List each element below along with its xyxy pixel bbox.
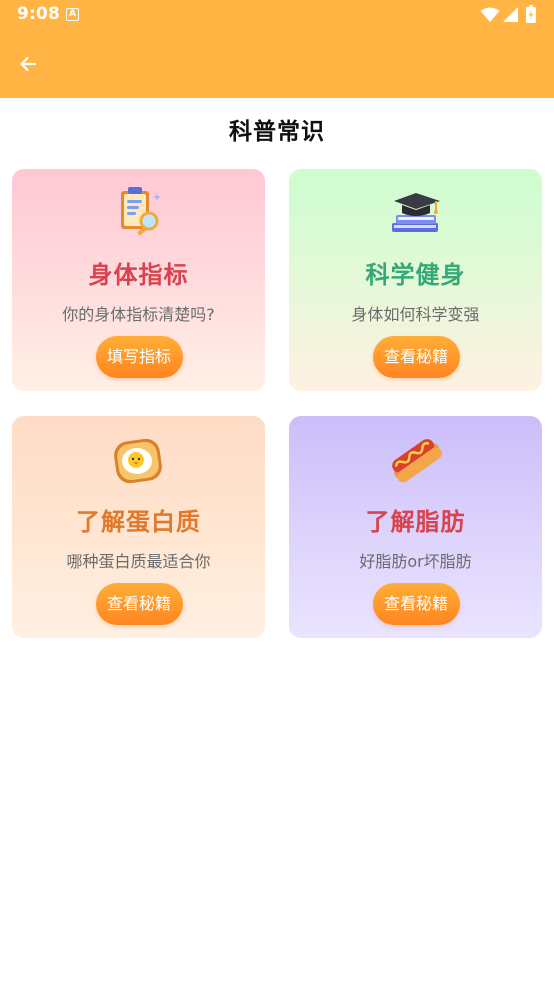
- card-subtitle: 好脂肪or坏脂肪: [359, 552, 472, 571]
- back-button[interactable]: [14, 50, 42, 78]
- wifi-icon: [480, 7, 500, 22]
- graduation-books-icon: [391, 193, 440, 232]
- egg-toast-icon: [113, 438, 162, 484]
- card-subtitle: 你的身体指标清楚吗?: [62, 305, 215, 324]
- card-body-index: 身体指标 你的身体指标清楚吗? 填写指标: [12, 169, 265, 391]
- view-tips-button[interactable]: 查看秘籍: [372, 336, 460, 378]
- clipboard-magnifier-icon: [120, 187, 161, 235]
- card-title: 了解蛋白质: [76, 508, 201, 536]
- arrow-left-icon: [20, 56, 37, 72]
- app-screen: 9:08 A 科普常识 身体指标 你的身体指标清楚吗? 填写指标 科学健身 身体…: [0, 0, 554, 984]
- card-protein: 了解蛋白质 哪种蛋白质最适合你 查看秘籍: [12, 416, 265, 638]
- card-subtitle: 身体如何科学变强: [351, 305, 480, 324]
- status-bar: 9:08 A: [0, 0, 554, 30]
- view-tips-button[interactable]: 查看秘籍: [95, 583, 183, 625]
- battery-icon: [526, 5, 536, 23]
- fill-index-button[interactable]: 填写指标: [95, 336, 183, 378]
- card-title: 科学健身: [365, 261, 466, 289]
- page-title: 科普常识: [229, 119, 325, 145]
- card-title: 身体指标: [88, 261, 189, 289]
- card-subtitle: 哪种蛋白质最适合你: [66, 552, 211, 571]
- card-fat: 了解脂肪 好脂肪or坏脂肪 查看秘籍: [289, 416, 542, 638]
- signal-icon: [503, 7, 518, 22]
- card-title: 了解脂肪: [365, 508, 466, 536]
- hotdog-icon: [391, 439, 442, 483]
- notification-a-icon: A: [66, 8, 79, 21]
- notification-a-letter: A: [69, 9, 76, 19]
- status-time: 9:08: [17, 4, 61, 24]
- card-science-fitness: 科学健身 身体如何科学变强 查看秘籍: [289, 169, 542, 391]
- app-header: 9:08 A: [0, 0, 554, 98]
- view-tips-button[interactable]: 查看秘籍: [372, 583, 460, 625]
